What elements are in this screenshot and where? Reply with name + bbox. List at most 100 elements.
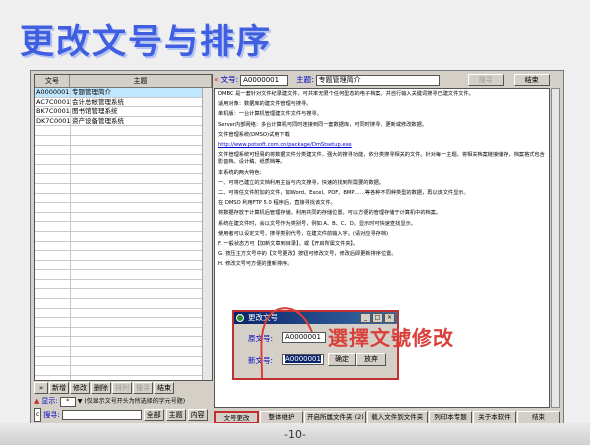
doc-paragraph: 文件管理系统(DMSO)试用下载 [218, 131, 290, 138]
table-row [35, 193, 212, 204]
new-code-label: 新文号: [248, 356, 274, 365]
row-subject [71, 279, 212, 289]
row-code [35, 135, 71, 145]
code-label: 文号: [220, 75, 239, 84]
row-code [35, 375, 71, 380]
sort-button[interactable]: 排列 [112, 382, 132, 394]
subject-field[interactable]: 专题管理简介 [315, 74, 440, 86]
row-code [35, 203, 71, 212]
row-code [35, 145, 71, 155]
search-content-button[interactable]: 内容 [187, 409, 208, 421]
row-subject [71, 183, 212, 193]
slide: 更改文号与排序 文号 主题 A0000001 专题管理简介 AC7C0001 会计总帐… [0, 0, 590, 445]
new-code-field[interactable]: A0000001 [282, 354, 324, 365]
doc-paragraph: 在 DMSO 利用FTP 5.0 程序后，直接寻找该文件。 [218, 200, 336, 207]
detail-close-button[interactable]: 结束 [513, 74, 550, 86]
doc-paragraph: 系统在建文件时，会以文号作为类别号，例如 A、B、C、D。显示时可快速查找显示。 [218, 220, 416, 227]
row-code [35, 126, 71, 135]
row-code [35, 279, 71, 289]
row-subject: 图书馆管理系统 [71, 107, 212, 116]
download-link[interactable]: http://www.potsoft.com.cn/package/DmStse… [218, 142, 352, 148]
subject-label: 主题: [296, 75, 314, 84]
row-code [35, 193, 71, 203]
search-input[interactable] [61, 410, 142, 420]
table-row[interactable]: DK7C0001 资产设备管理系统 [35, 116, 212, 127]
table-row[interactable]: A0000001 专题管理简介 [35, 88, 212, 98]
table-row [35, 222, 212, 232]
expand-icon[interactable]: » [34, 382, 48, 394]
search-all-button[interactable]: 全部 [143, 409, 164, 421]
row-subject [71, 299, 212, 308]
row-subject [71, 174, 212, 183]
row-code [35, 347, 71, 356]
row-subject [71, 270, 212, 279]
expand-left-icon[interactable]: « [214, 74, 219, 86]
table-row [35, 174, 212, 184]
table-row [35, 299, 212, 309]
detail-search-button[interactable]: 搜寻 [467, 74, 504, 86]
doc-paragraph: 一、可将已建立的文档利用主旨与内文搜寻，快速的找到所需要的数据。 [218, 179, 385, 186]
row-subject [71, 251, 212, 260]
close-button[interactable]: 结束 [154, 382, 174, 394]
row-subject [71, 375, 212, 380]
search-button[interactable]: 搜寻 [133, 382, 153, 394]
row-subject [71, 337, 212, 347]
add-button[interactable]: 新增 [49, 382, 69, 394]
table-row [35, 356, 212, 367]
table-row [35, 135, 212, 146]
chevron-down-icon[interactable]: ▼ [78, 396, 83, 407]
page-number: -10- [284, 428, 306, 441]
table-row [35, 251, 212, 261]
cancel-button[interactable]: 放弃 [356, 353, 386, 366]
row-subject [71, 135, 212, 145]
row-subject [71, 356, 212, 366]
row-code [35, 356, 71, 366]
edit-button[interactable]: 修改 [70, 382, 90, 394]
table-row [35, 347, 212, 357]
row-code [35, 155, 71, 164]
delete-button[interactable]: 删除 [91, 382, 111, 394]
row-subject: 专题管理简介 [71, 88, 212, 97]
row-code [35, 318, 71, 327]
display-select[interactable]: * [59, 396, 76, 407]
row-code [35, 308, 71, 318]
row-code [35, 183, 71, 193]
table-row[interactable]: AC7C0001 会计总帐管理系统 [35, 97, 212, 108]
filter-icon: ▲ [34, 397, 40, 405]
document-list[interactable]: 文号 主题 A0000001 专题管理简介 AC7C0001 会计总帐管理系统 BK7C… [34, 74, 213, 381]
doc-paragraph: 二、可将任文件附加的文件，如Word、Excel、PDF、BMP……等各种不同种… [218, 190, 469, 197]
row-subject [71, 308, 212, 318]
display-filter: ▲ 显示: * ▼ (仅显示文号开头为所选择的字元号题) [34, 396, 211, 407]
list-scrollbar[interactable] [202, 88, 212, 380]
table-row [35, 203, 212, 213]
row-subject [71, 203, 212, 212]
row-subject [71, 289, 212, 299]
document-scrollbar[interactable] [551, 88, 560, 408]
code-field[interactable]: A0000001 [240, 74, 289, 86]
doc-paragraph: 使用者可以设定文号，搜寻类别代号，在建文件前输入字。(请对应寻存档) [218, 230, 389, 237]
search-label: 搜寻: [43, 411, 60, 419]
table-row [35, 327, 212, 338]
search-subject-button[interactable]: 主题 [165, 409, 186, 421]
table-row [35, 126, 212, 136]
table-row [35, 337, 212, 348]
list-toolbar: » 新增 修改 删除 排列 搜寻 结束 [34, 382, 211, 394]
doc-paragraph: Server内部网络：多台计算机可同时连接到同一套数据库，可同时搜寻、更新或修改… [218, 121, 427, 128]
callout-text: 選擇文號修改 [328, 326, 454, 350]
row-subject [71, 193, 212, 203]
row-subject [71, 126, 212, 135]
list-header: 文号 主题 [35, 75, 212, 88]
header-code[interactable]: 文号 [35, 75, 70, 87]
confirm-button[interactable]: 确定 [328, 353, 356, 366]
old-code-field: A0000001 [282, 332, 326, 343]
doc-paragraph: H. 修改文号可方便的重新排序。 [218, 261, 293, 268]
table-row[interactable]: BK7C0001 图书馆管理系统 [35, 107, 212, 117]
doc-paragraph: DMBC 是一套针对文件纪录建文件，可共率无限个任何型态的电子档案，并自行输入关… [218, 91, 474, 97]
slide-title: 更改文号与排序 [20, 22, 272, 62]
table-row [35, 155, 212, 165]
header-subject[interactable]: 主题 [70, 75, 212, 87]
table-row [35, 366, 212, 376]
row-code [35, 337, 71, 347]
table-row [35, 279, 212, 290]
row-subject [71, 347, 212, 356]
